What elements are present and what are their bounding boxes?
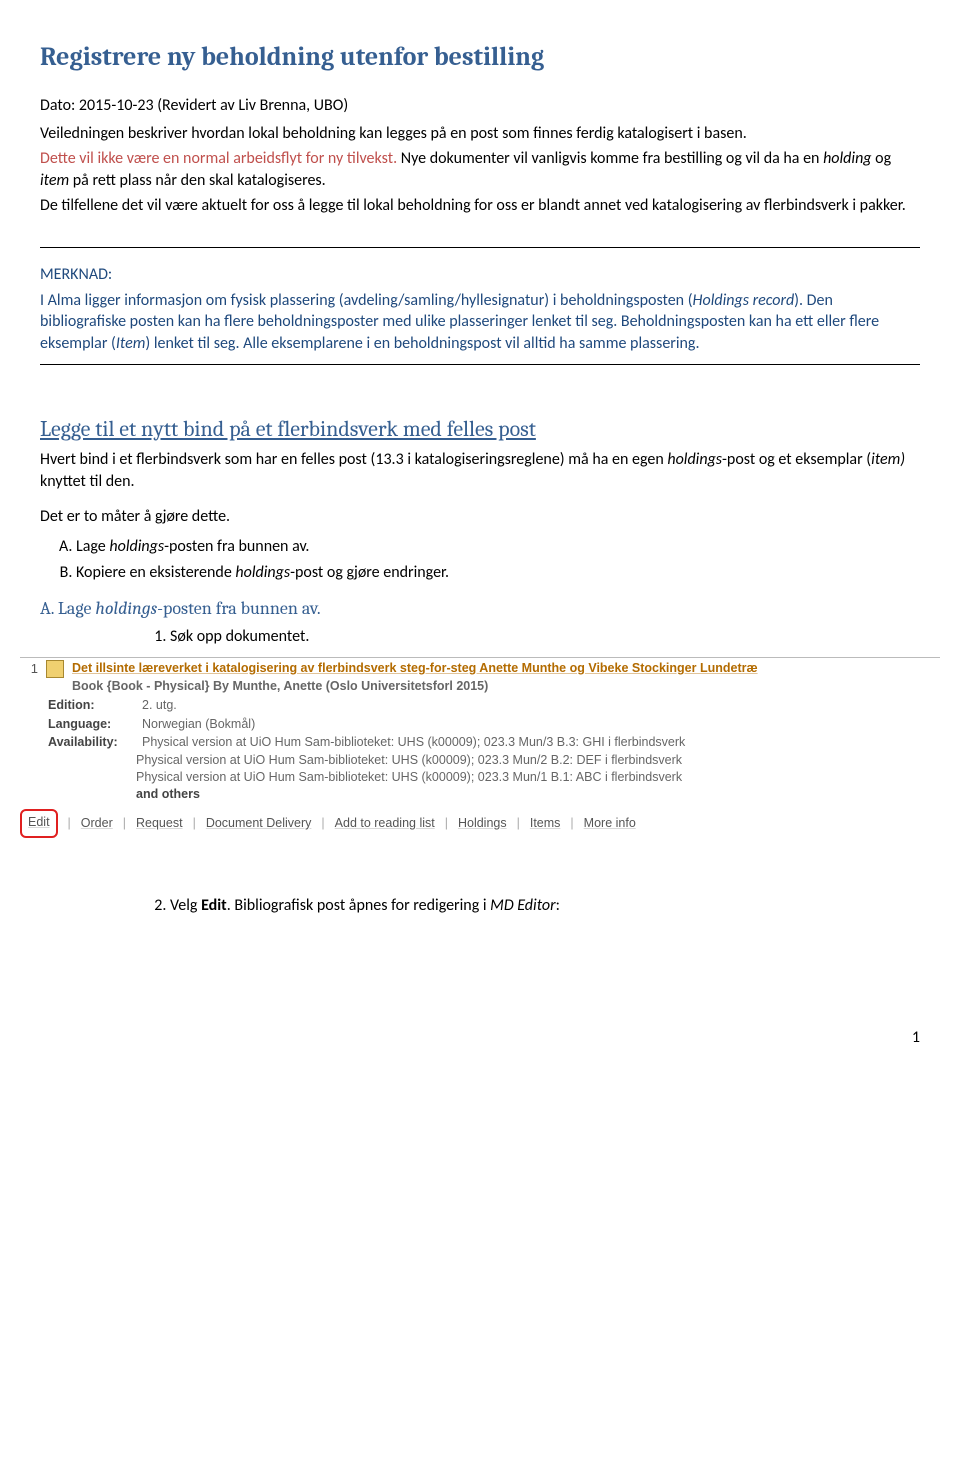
request-link[interactable]: Request	[136, 815, 183, 832]
intro-paragraph-1: Veiledningen beskriver hvordan lokal beh…	[40, 123, 920, 145]
merknad-label: MERKNAD:	[40, 265, 112, 284]
step-list-a-continued: Velg Edit. Bibliografisk post åpnes for …	[170, 894, 920, 918]
edit-highlight-callout: Edit	[20, 809, 58, 838]
result-index: 1	[24, 660, 38, 678]
page-number: 1	[40, 1027, 920, 1049]
add-to-reading-list-link[interactable]: Add to reading list	[335, 815, 435, 832]
record-actions: Edit | Order | Request | Document Delive…	[20, 803, 940, 844]
section-heading: Legge til et nytt bind på et flerbindsve…	[40, 415, 920, 445]
action-separator: |	[445, 815, 448, 832]
items-link[interactable]: Items	[530, 815, 561, 832]
list-item: Velg Edit. Bibliografisk post åpnes for …	[170, 894, 920, 918]
language-value: Norwegian (Bokmål)	[142, 716, 255, 733]
book-icon	[46, 660, 64, 678]
method-list: Lage holdings-posten fra bunnen av. Kopi…	[76, 534, 920, 585]
availability-more: and others	[20, 786, 940, 803]
action-separator: |	[570, 815, 573, 832]
language-label: Language:	[20, 716, 136, 733]
document-delivery-link[interactable]: Document Delivery	[206, 815, 312, 832]
intro-red-sentence: Dette vil ikke være en normal arbeidsfly…	[40, 149, 397, 168]
list-item: Lage holdings-posten fra bunnen av.	[76, 534, 920, 560]
section2-paragraph-1: Hvert bind i et flerbindsverk som har en…	[40, 449, 920, 492]
step-list-a: Søk opp dokumentet.	[170, 625, 920, 649]
merknad-block: MERKNAD: I Alma ligger informasjon om fy…	[40, 264, 920, 354]
action-separator: |	[123, 815, 126, 832]
more-info-link[interactable]: More info	[584, 815, 636, 832]
list-item: Søk opp dokumentet.	[170, 625, 920, 649]
date-line: Dato: 2015-10-23 (Revidert av Liv Brenna…	[40, 95, 920, 117]
record-type-by: Book {Book - Physical} By Munthe, Anette…	[72, 677, 936, 696]
record-title-link[interactable]: Det illsinte læreverket i katalogisering…	[72, 660, 936, 677]
intro-paragraph-2: Dette vil ikke være en normal arbeidsfly…	[40, 148, 920, 191]
availability-label: Availability:	[20, 734, 136, 751]
edition-label: Edition:	[20, 697, 136, 714]
action-separator: |	[321, 815, 324, 832]
order-link[interactable]: Order	[81, 815, 113, 832]
availability-line: Physical version at UiO Hum Sam-bibliote…	[142, 734, 685, 751]
alma-screenshot: 1 Det illsinte læreverket i katalogiseri…	[20, 657, 940, 844]
divider	[40, 364, 920, 365]
divider	[40, 247, 920, 248]
action-separator: |	[68, 815, 71, 832]
edit-link[interactable]: Edit	[28, 815, 50, 829]
intro-paragraph-3: De tilfellene det vil være aktuelt for o…	[40, 195, 920, 217]
list-item: Kopiere en eksisterende holdings-post og…	[76, 560, 920, 586]
merknad-body: I Alma ligger informasjon om fysisk plas…	[40, 290, 920, 355]
section2-paragraph-2: Det er to måter å gjøre dette.	[40, 506, 920, 528]
holdings-link[interactable]: Holdings	[458, 815, 507, 832]
action-separator: |	[517, 815, 520, 832]
page-title: Registrere ny beholdning utenfor bestill…	[40, 40, 920, 75]
edition-value: 2. utg.	[142, 697, 177, 714]
availability-line: Physical version at UiO Hum Sam-bibliote…	[20, 752, 940, 769]
step-a-heading: A. Lage holdings-posten fra bunnen av.	[40, 597, 920, 621]
action-separator: |	[193, 815, 196, 832]
availability-line: Physical version at UiO Hum Sam-bibliote…	[20, 769, 940, 786]
